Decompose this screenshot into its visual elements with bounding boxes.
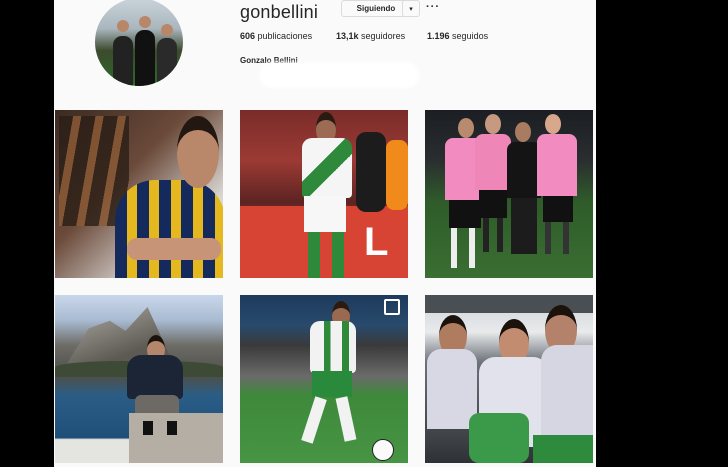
post-tile-1[interactable] xyxy=(55,110,223,278)
stat-following[interactable]: 1.196 seguidos xyxy=(427,31,488,41)
chevron-down-icon[interactable]: ▾ xyxy=(402,0,420,17)
carousel-icon xyxy=(384,299,400,315)
profile-page: gonbellini Siguiendo ▾ ··· 606 publicaci… xyxy=(54,0,596,467)
profile-username: gonbellini xyxy=(240,2,319,22)
blurred-bio xyxy=(259,62,419,88)
stat-posts-label: publicaciones xyxy=(257,31,313,41)
post-tile-3[interactable] xyxy=(425,110,593,278)
stat-following-label: seguidos xyxy=(452,31,489,41)
post-tile-6[interactable] xyxy=(425,295,593,463)
stat-followers-label: seguidores xyxy=(361,31,406,41)
stat-followers[interactable]: 13,1k seguidores xyxy=(336,31,405,41)
post-tile-5[interactable] xyxy=(240,295,408,463)
post-tile-2[interactable]: L xyxy=(240,110,408,278)
stat-posts-count: 606 xyxy=(240,31,256,41)
post-tile-4[interactable] xyxy=(55,295,223,463)
stat-followers-count: 13,1k xyxy=(336,31,359,41)
stat-posts: 606 publicaciones xyxy=(240,31,312,41)
more-options-icon[interactable]: ··· xyxy=(426,1,440,13)
profile-avatar[interactable] xyxy=(95,0,183,86)
following-button[interactable]: Siguiendo xyxy=(341,0,411,17)
stat-following-count: 1.196 xyxy=(427,31,450,41)
